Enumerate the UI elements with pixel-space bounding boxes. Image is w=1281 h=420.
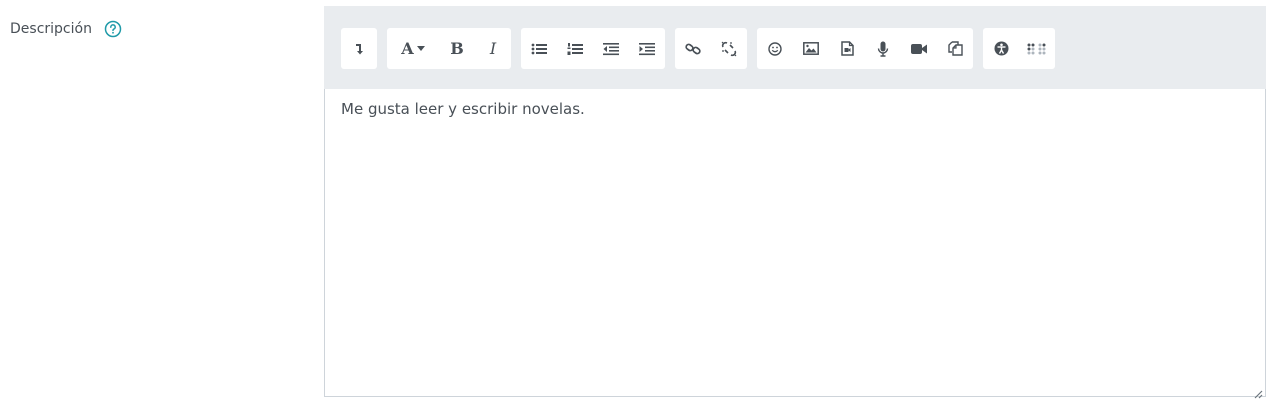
toolbar-group-lists: [521, 28, 665, 69]
outdent-button[interactable]: [593, 28, 629, 69]
caret-down-icon: [416, 45, 425, 52]
collapse-arrow-icon: [354, 42, 364, 56]
ordered-list-button[interactable]: [557, 28, 593, 69]
toolbar-group-links: [675, 28, 747, 69]
video-camera-icon: [911, 43, 927, 55]
emoji-icon: [768, 41, 782, 56]
editor-content-text: Me gusta leer y escribir novelas.: [341, 100, 585, 118]
ordered-list-icon: [567, 42, 583, 56]
resize-grip-icon[interactable]: [1253, 384, 1263, 399]
bold-label: B: [450, 39, 464, 58]
link-button[interactable]: [675, 28, 711, 69]
media-icon: [840, 41, 854, 56]
emoji-button[interactable]: [757, 28, 793, 69]
toolbar-group-media: [757, 28, 973, 69]
italic-button[interactable]: I: [475, 28, 511, 69]
outdent-icon: [603, 42, 619, 56]
accessibility-checker-button[interactable]: [983, 28, 1019, 69]
copy-files-icon: [947, 41, 963, 56]
record-video-button[interactable]: [901, 28, 937, 69]
italic-label: I: [489, 39, 497, 58]
microphone-icon: [877, 41, 889, 57]
image-icon: [803, 42, 819, 55]
collapse-button[interactable]: [341, 28, 377, 69]
media-button[interactable]: [829, 28, 865, 69]
toolbar-group-accessibility: [983, 28, 1055, 69]
font-style-label: A: [401, 39, 414, 58]
toolbar-group-style: A B I: [387, 28, 511, 69]
description-label-row: Descripción: [10, 20, 122, 38]
unlink-button[interactable]: [711, 28, 747, 69]
rich-text-editor: A B I Me gusta leer y escribir novelas.: [324, 6, 1266, 399]
manage-files-button[interactable]: [937, 28, 973, 69]
braille-icon: [1027, 43, 1047, 55]
screenreader-helper-button[interactable]: [1019, 28, 1055, 69]
field-label: Descripción: [10, 21, 92, 37]
font-style-button[interactable]: A: [387, 28, 439, 69]
indent-icon: [639, 42, 655, 56]
unordered-list-button[interactable]: [521, 28, 557, 69]
bold-button[interactable]: B: [439, 28, 475, 69]
editor-toolbar: A B I: [324, 6, 1266, 89]
unlink-icon: [721, 41, 737, 57]
help-question-icon[interactable]: [104, 20, 122, 38]
link-icon: [685, 42, 701, 56]
indent-button[interactable]: [629, 28, 665, 69]
record-audio-button[interactable]: [865, 28, 901, 69]
editor-content-area[interactable]: Me gusta leer y escribir novelas.: [324, 89, 1266, 399]
image-button[interactable]: [793, 28, 829, 69]
unordered-list-icon: [531, 42, 547, 56]
toolbar-group-collapse: [341, 28, 377, 69]
accessibility-icon: [994, 41, 1009, 56]
